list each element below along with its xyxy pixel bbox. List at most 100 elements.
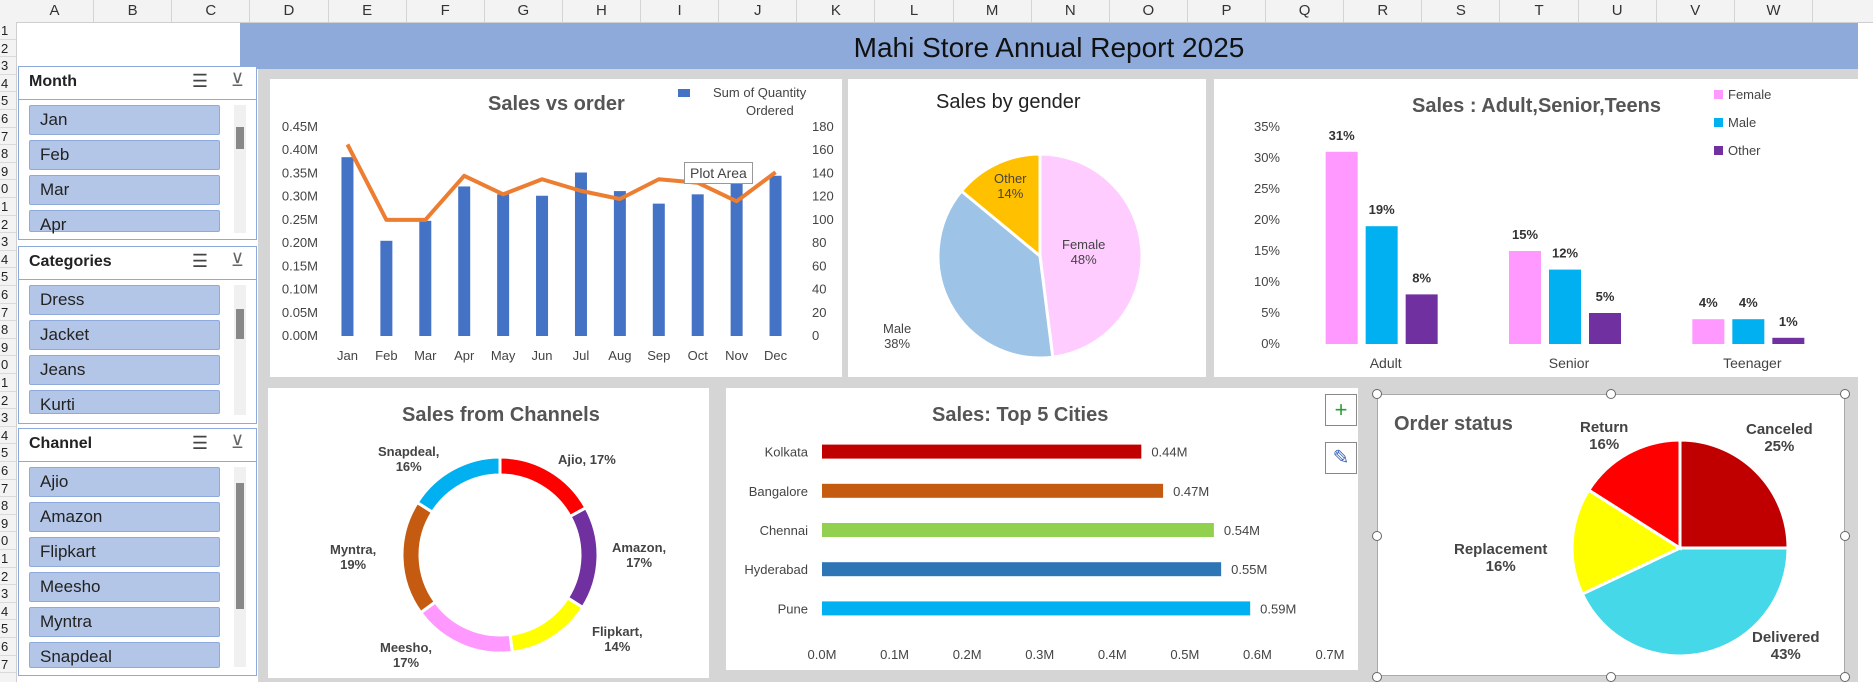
slicer-item-ajio[interactable]: Ajio: [29, 467, 220, 497]
row-header[interactable]: 0: [0, 532, 16, 550]
slicer-item-snapdeal[interactable]: Snapdeal: [29, 642, 220, 668]
slicer-item-myntra[interactable]: Myntra: [29, 607, 220, 637]
row-header[interactable]: 3: [0, 233, 16, 251]
chart-sales-age-groups[interactable]: Sales : Adult,Senior,Teens 0% 5% 10% 15% 20%…: [1214, 79, 1858, 377]
row-header[interactable]: 6: [0, 462, 16, 480]
column-header-n[interactable]: N: [1032, 0, 1110, 22]
row-header[interactable]: 9: [0, 163, 16, 181]
column-header-j[interactable]: J: [719, 0, 798, 22]
resize-handle[interactable]: [1606, 389, 1616, 399]
row-header[interactable]: 9: [0, 339, 16, 357]
multi-select-icon[interactable]: ☰: [192, 71, 208, 92]
column-header-s[interactable]: S: [1422, 0, 1501, 22]
row-header[interactable]: 5: [0, 268, 16, 286]
row-header[interactable]: 3: [0, 57, 16, 75]
resize-handle[interactable]: [1372, 389, 1382, 399]
column-header-d[interactable]: D: [250, 0, 329, 22]
clear-filter-icon[interactable]: ⊻: [231, 432, 244, 453]
multi-select-icon[interactable]: ☰: [192, 251, 208, 272]
row-header[interactable]: 7: [0, 480, 16, 498]
row-header[interactable]: 7: [0, 656, 16, 674]
slicer-month[interactable]: Month ☰ ⊻ Jan Feb Mar Apr: [18, 66, 257, 240]
column-header-w[interactable]: W: [1735, 0, 1813, 22]
row-header[interactable]: 5: [0, 444, 16, 462]
resize-handle[interactable]: [1840, 389, 1850, 399]
chart-order-status[interactable]: Order status Canceled 25% Delivered 43% Re…: [1377, 394, 1845, 676]
chart-sales-from-channels[interactable]: Sales from Channels Ajio, 17% Amazon, 17%…: [268, 388, 709, 678]
column-header-i[interactable]: I: [641, 0, 720, 22]
row-header[interactable]: 3: [0, 585, 16, 603]
column-header-t[interactable]: T: [1500, 0, 1579, 22]
resize-handle[interactable]: [1840, 672, 1850, 682]
column-header-m[interactable]: M: [954, 0, 1032, 22]
slicer-item-kurti[interactable]: Kurti: [29, 390, 220, 414]
slicer-item-jeans[interactable]: Jeans: [29, 355, 220, 385]
slicer-item-jacket[interactable]: Jacket: [29, 320, 220, 350]
row-header[interactable]: 2: [0, 40, 16, 58]
resize-handle[interactable]: [1372, 531, 1382, 541]
row-header[interactable]: 1: [0, 374, 16, 392]
row-header[interactable]: 8: [0, 145, 16, 163]
column-header-o[interactable]: O: [1110, 0, 1188, 22]
column-header-e[interactable]: E: [329, 0, 407, 22]
row-header[interactable]: 2: [0, 392, 16, 410]
row-header[interactable]: 6: [0, 110, 16, 128]
row-header[interactable]: 5: [0, 92, 16, 110]
chart-sales-by-gender[interactable]: Sales by gender Female 48% Male 38% Other 1…: [848, 79, 1206, 377]
chart-styles-button[interactable]: ✎: [1325, 442, 1357, 474]
row-header[interactable]: 1: [0, 22, 16, 40]
row-header[interactable]: 4: [0, 251, 16, 269]
resize-handle[interactable]: [1606, 672, 1616, 682]
slicer-channel[interactable]: Channel ☰ ⊻ Ajio Amazon Flipkart Meesho …: [18, 428, 257, 676]
column-header-a[interactable]: A: [16, 0, 95, 22]
clear-filter-icon[interactable]: ⊻: [231, 250, 244, 271]
column-header-b[interactable]: B: [94, 0, 173, 22]
slicer-item-mar[interactable]: Mar: [29, 175, 220, 205]
resize-handle[interactable]: [1372, 672, 1382, 682]
row-header[interactable]: 2: [0, 216, 16, 234]
slicer-scrollbar[interactable]: [234, 285, 246, 415]
column-header-p[interactable]: P: [1188, 0, 1267, 22]
slicer-item-apr[interactable]: Apr: [29, 210, 220, 234]
row-header[interactable]: 0: [0, 180, 16, 198]
column-header-v[interactable]: V: [1657, 0, 1735, 22]
chart-elements-button[interactable]: +: [1325, 394, 1357, 426]
slicer-item-meesho[interactable]: Meesho: [29, 572, 220, 602]
row-header[interactable]: 7: [0, 128, 16, 146]
row-header[interactable]: 8: [0, 497, 16, 515]
slicer-scrollbar[interactable]: [234, 105, 246, 233]
row-header[interactable]: 6: [0, 286, 16, 304]
slicer-item-amazon[interactable]: Amazon: [29, 502, 220, 532]
row-header[interactable]: 4: [0, 427, 16, 445]
slicer-scrollbar[interactable]: [234, 467, 246, 667]
column-header-c[interactable]: C: [172, 0, 251, 22]
slicer-item-flipkart[interactable]: Flipkart: [29, 537, 220, 567]
row-header[interactable]: 1: [0, 550, 16, 568]
row-header[interactable]: 3: [0, 409, 16, 427]
multi-select-icon[interactable]: ☰: [192, 433, 208, 454]
column-header-q[interactable]: Q: [1266, 0, 1345, 22]
row-header[interactable]: 5: [0, 620, 16, 638]
row-header[interactable]: 1: [0, 198, 16, 216]
scrollbar-thumb[interactable]: [236, 309, 244, 339]
slicer-categories[interactable]: Categories ☰ ⊻ Dress Jacket Jeans Kurti: [18, 246, 257, 424]
scrollbar-thumb[interactable]: [236, 483, 244, 609]
column-header-g[interactable]: G: [485, 0, 563, 22]
row-header[interactable]: 0: [0, 356, 16, 374]
column-header-u[interactable]: U: [1579, 0, 1657, 22]
row-header[interactable]: 2: [0, 568, 16, 586]
row-header[interactable]: 8: [0, 321, 16, 339]
slicer-item-jan[interactable]: Jan: [29, 105, 220, 135]
resize-handle[interactable]: [1840, 531, 1850, 541]
row-header[interactable]: 7: [0, 304, 16, 322]
clear-filter-icon[interactable]: ⊻: [231, 70, 244, 91]
row-header[interactable]: 6: [0, 638, 16, 656]
row-header[interactable]: 9: [0, 515, 16, 533]
column-header-f[interactable]: F: [407, 0, 485, 22]
column-header-l[interactable]: L: [875, 0, 954, 22]
scrollbar-thumb[interactable]: [236, 127, 244, 149]
slicer-item-dress[interactable]: Dress: [29, 285, 220, 315]
slicer-item-feb[interactable]: Feb: [29, 140, 220, 170]
column-header-h[interactable]: H: [563, 0, 642, 22]
column-header-k[interactable]: K: [797, 0, 876, 22]
